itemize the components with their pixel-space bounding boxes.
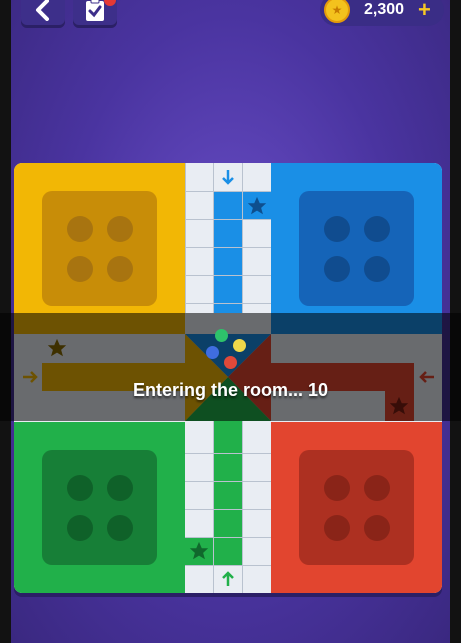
pawn-slot	[324, 216, 350, 242]
home-red	[271, 422, 442, 593]
star-icon	[247, 196, 267, 215]
coin-amount: 2,300	[364, 1, 405, 18]
blue-home-lane	[214, 191, 242, 313]
pawn-slot	[107, 256, 133, 282]
pawn-slot	[364, 256, 390, 282]
home-yellow-base	[42, 191, 157, 306]
loading-dot-red	[224, 356, 237, 369]
track-bottom	[185, 421, 271, 593]
arrow-down-icon	[222, 170, 234, 185]
home-yellow	[14, 163, 185, 334]
pawn-slot	[107, 515, 133, 541]
pawn-slot	[364, 475, 390, 501]
coin-balance: ★ 2,300 +	[320, 0, 444, 26]
green-home-lane	[214, 421, 242, 565]
pawn-slot	[107, 475, 133, 501]
home-green	[14, 422, 185, 593]
loading-dot-blue	[206, 346, 219, 359]
clipboard-check-icon	[86, 0, 104, 21]
coin-icon: ★	[324, 0, 350, 23]
arrow-up-icon	[222, 571, 234, 586]
pawn-slot	[67, 216, 93, 242]
loading-dot-yellow	[233, 339, 246, 352]
pawn-slot	[67, 475, 93, 501]
pawn-slot	[107, 216, 133, 242]
add-coins-button[interactable]: +	[418, 0, 431, 21]
home-blue-base	[299, 191, 414, 306]
track-top	[185, 163, 271, 313]
loading-dot-green	[215, 329, 228, 342]
back-button[interactable]	[21, 0, 65, 28]
home-green-base	[42, 450, 157, 565]
pawn-slot	[364, 515, 390, 541]
home-red-base	[299, 450, 414, 565]
entering-room-message: Entering the room... 10	[132, 380, 329, 400]
chevron-left-icon	[36, 0, 49, 21]
pawn-slot	[324, 256, 350, 282]
pawn-slot	[67, 515, 93, 541]
home-blue	[271, 163, 442, 334]
pawn-slot	[324, 515, 350, 541]
pawn-slot	[67, 256, 93, 282]
pawn-slot	[364, 216, 390, 242]
star-icon	[189, 541, 209, 560]
pawn-slot	[324, 475, 350, 501]
